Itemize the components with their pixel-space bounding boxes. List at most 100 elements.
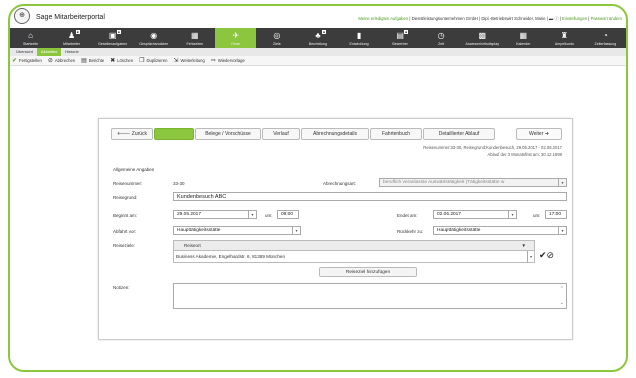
settings-link[interactable]: Einstellungen xyxy=(562,16,587,21)
calendar-icon: ▦ xyxy=(519,30,528,40)
reiseziele-table: Reiseort ▼ Business Akademie, Engelhards… xyxy=(173,240,535,263)
app-title: Sage Mitarbeiterportal xyxy=(36,13,105,21)
reiseziele-label: Reiseziele: xyxy=(113,243,136,248)
completed-tasks-link[interactable]: Meine erledigten Aufgaben xyxy=(358,16,408,21)
cancel-button[interactable]: ⊘ Abbrechen xyxy=(48,57,75,64)
tab-abrechnungsdetails[interactable]: Abrechnungsdetails xyxy=(301,128,369,140)
rueckkehr-select[interactable]: Haupttätigkeitsstätte ▾ xyxy=(433,226,567,235)
resubmit-button[interactable]: ⇨ Wiedervorlage xyxy=(211,57,245,64)
user-bar: Meine erledigten Aufgaben | Dienstleistu… xyxy=(358,16,622,21)
tab-detaillierter-ablauf[interactable]: Detaillierter Ablauf xyxy=(423,128,495,140)
nav-beurteilung[interactable]: ■ ♣ Beurteilung xyxy=(297,28,338,48)
reisegrund-label: Reisegrund: xyxy=(113,195,138,200)
scroll-up-icon[interactable]: ⌃ xyxy=(560,286,564,292)
notizen-label: Notizen: xyxy=(113,285,130,290)
nav-ampelkonto[interactable]: ♜ Ampelkonto xyxy=(544,28,585,48)
nav-ziele[interactable]: ◎ Ziele xyxy=(256,28,297,48)
back-button[interactable]: 🡐 Zurück xyxy=(111,128,153,140)
tab-aktuelles[interactable]: Aktuelles xyxy=(36,48,62,56)
abrechnungsart-select[interactable]: beruflich veranlasste Auswärtstätigkeit … xyxy=(379,178,567,187)
forward-icon: ⇲ xyxy=(173,58,179,64)
chevron-down-icon: ▾ xyxy=(248,211,256,218)
travel-form-panel: 🡐 Zurück Reisedaten Belege / Vorschüsse … xyxy=(98,118,573,340)
tab-fahrtenbuch[interactable]: Fahrtenbuch xyxy=(370,128,422,140)
ende-time-input[interactable]: 17:00 xyxy=(545,210,567,219)
abfahrt-select[interactable]: Haupttätigkeitsstätte ▾ xyxy=(173,226,301,235)
confirm-remove-icons[interactable]: ✔⊘ xyxy=(539,250,554,261)
calendar-icon: ▦ xyxy=(191,30,199,40)
grid-icon: ▩ xyxy=(478,30,486,40)
chevron-down-icon: ▾ xyxy=(292,227,300,234)
table-header: Reiseort ▼ xyxy=(174,241,534,251)
nav-zeit[interactable]: ◷ Zeit xyxy=(421,28,462,48)
nav-gespraechsnotizen[interactable]: ◉ Gesprächsnotizen xyxy=(133,28,174,48)
nav-entwicklung[interactable]: ▮ Entwicklung xyxy=(339,28,380,48)
traffic-light-icon: ♜ xyxy=(560,30,568,40)
nav-anwesenheitsdisplay[interactable]: ▩ Anwesenheitsdisplay xyxy=(462,28,503,48)
plane-icon: ✈ xyxy=(232,30,240,40)
chevron-down-icon: ▾ xyxy=(558,179,566,186)
help-icon[interactable]: ⓘ xyxy=(554,16,558,21)
beginn-time-input[interactable]: 09:00 xyxy=(277,210,299,219)
delete-icon: ✖ xyxy=(110,58,116,64)
nav-zeiterfassung[interactable]: ◔ Zeiterfassung xyxy=(585,28,626,48)
duplicate-button[interactable]: ❐ Duplizieren xyxy=(139,57,167,64)
finish-button[interactable]: ✔ Fertigstellen xyxy=(12,57,42,64)
app-frame: ⊕ Sage Mitarbeiterportal Meine erledigte… xyxy=(8,4,628,372)
nav-bewerber[interactable]: ■ ▤ Bewerber xyxy=(380,28,421,48)
beginn-time-label: um: xyxy=(265,213,273,218)
action-toolbar: ✔ Fertigstellen ⊘ Abbrechen ▤ Berichte ✖ Lös… xyxy=(10,56,626,66)
time-tracking-icon: ◔ xyxy=(602,30,608,40)
reports-button[interactable]: ▤ Berichte xyxy=(81,57,104,64)
nav-kalender[interactable]: ▦ Kalender xyxy=(503,28,544,48)
arrow-right-icon: ➜ xyxy=(543,131,549,137)
badge: ■ xyxy=(75,30,80,34)
applicant-icon: ▤ xyxy=(396,30,404,40)
travel-summary: Reisenummer:33-30, Reisegrund:Kundenbesu… xyxy=(423,145,562,150)
arrow-left-icon: 🡐 xyxy=(116,131,132,137)
nav-gesellenaufgaben[interactable]: ■ ▣ Gesellenaufgaben xyxy=(92,28,133,48)
tab-historie[interactable]: Historie xyxy=(61,48,83,56)
badge: ■ xyxy=(404,30,409,34)
ende-date-input[interactable]: 02.06.2017 ▾ xyxy=(433,210,517,219)
add-destination-button[interactable]: Reiseziel hinzufügen xyxy=(319,267,417,277)
nav-reise[interactable]: ✈ Reise xyxy=(215,28,257,48)
next-button[interactable]: Weiter ➜ xyxy=(516,128,562,140)
filter-icon[interactable]: ▼ xyxy=(522,243,526,248)
nav-fehlzeiten[interactable]: ▦ Fehlzeiten xyxy=(174,28,215,48)
home-icon: ⌂ xyxy=(28,30,33,40)
reiseort-cell: Business Akademie, Engelhardstr. 6, 8136… xyxy=(176,254,286,259)
tab-uebersicht[interactable]: Übersicht xyxy=(12,48,37,56)
check-icon: ✔ xyxy=(12,58,18,64)
nav-mitarbeiter[interactable]: ■ ♟ Mitarbeiter xyxy=(51,28,92,48)
chevron-down-icon[interactable]: ▾ xyxy=(527,251,534,262)
ende-time-label: um: xyxy=(533,213,541,218)
delete-button[interactable]: ✖ Löschen xyxy=(110,57,133,64)
clock-icon: ◷ xyxy=(437,30,445,40)
scroll-down-icon[interactable]: ⌄ xyxy=(560,300,564,306)
resubmit-icon: ⇨ xyxy=(210,58,216,64)
reisegrund-input[interactable]: Kundenbesuch ABC xyxy=(173,192,567,201)
sage-logo-icon[interactable]: ⊕ xyxy=(14,8,30,24)
table-row[interactable]: Business Akademie, Engelhardstr. 6, 8136… xyxy=(174,251,534,262)
beginn-date-input[interactable]: 29.05.2017 ▾ xyxy=(173,210,257,219)
chevron-down-icon: ▾ xyxy=(508,211,516,218)
abfahrt-label: Abfahrt vor: xyxy=(113,229,137,234)
person-icon: ♟ xyxy=(68,30,76,40)
badge: ■ xyxy=(116,30,121,34)
tab-reisedaten[interactable]: Reisedaten xyxy=(154,128,194,140)
password-link[interactable]: Passwort ändern xyxy=(591,16,622,21)
reiseort-header: Reiseort xyxy=(184,243,201,248)
tab-verlauf[interactable]: Verlauf xyxy=(262,128,300,140)
notes-icon: ◉ xyxy=(150,30,158,40)
badge: ■ xyxy=(322,30,327,34)
forward-button[interactable]: ⇲ Weiterleitung xyxy=(173,57,204,64)
notizen-textarea[interactable]: ⌃ ⌄ xyxy=(173,283,567,309)
nav-startseite[interactable]: ⌂ Startseite xyxy=(10,28,51,48)
reisenummer-label: Reisenummer: xyxy=(113,181,143,186)
sub-tabs: Übersicht Aktuelles Historie xyxy=(10,48,626,56)
user-info: | Dienstleistungsunternehmen GmbH | Dipl… xyxy=(409,16,548,21)
tab-belege[interactable]: Belege / Vorschüsse xyxy=(195,128,261,140)
flag-icon[interactable]: ▬ xyxy=(549,16,553,21)
duplicate-icon: ❐ xyxy=(139,58,145,64)
